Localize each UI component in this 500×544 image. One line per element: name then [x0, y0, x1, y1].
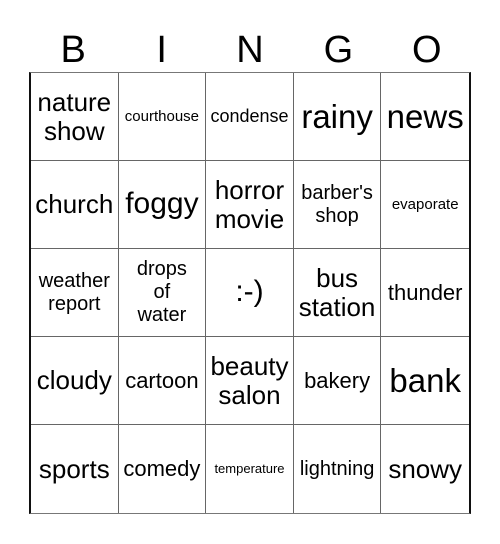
cell-label: weather report: [38, 269, 110, 315]
cell-label: temperature: [214, 460, 285, 476]
bingo-cell[interactable]: temperature: [206, 425, 294, 513]
bingo-cell[interactable]: courthouse: [118, 73, 207, 161]
free-space-label: :-): [235, 275, 264, 309]
cell-label: courthouse: [124, 107, 199, 125]
bingo-cell[interactable]: snowy: [381, 425, 469, 513]
cell-label: bus station: [298, 262, 376, 322]
bingo-cell[interactable]: cloudy: [31, 337, 119, 425]
cell-label: beauty salon: [210, 350, 289, 410]
cell-label: horror movie: [214, 174, 285, 234]
bingo-cell[interactable]: bank: [381, 337, 469, 425]
bingo-cell[interactable]: condense: [206, 73, 294, 161]
bingo-cell[interactable]: nature show: [31, 73, 119, 161]
bingo-cell[interactable]: news: [381, 73, 469, 161]
cell-label: rainy: [301, 97, 373, 135]
cell-label: church: [35, 189, 114, 220]
cell-label: thunder: [387, 279, 463, 305]
cell-label: foggy: [125, 187, 199, 221]
bingo-cell[interactable]: rainy: [293, 73, 382, 161]
bingo-cell[interactable]: lightning: [294, 425, 382, 513]
bingo-cell[interactable]: sports: [31, 425, 119, 513]
cell-label: comedy: [123, 456, 201, 482]
bingo-cell[interactable]: beauty salon: [206, 337, 294, 425]
cell-label: barber's shop: [301, 181, 373, 227]
cell-label: nature show: [37, 86, 112, 146]
cell-label: snowy: [388, 453, 463, 484]
header-letter-b: B: [60, 29, 86, 71]
cell-label: drops of water: [136, 258, 187, 326]
header-letter-i: I: [156, 29, 167, 71]
bingo-cell[interactable]: bakery: [293, 337, 382, 425]
bingo-cell[interactable]: cartoon: [118, 337, 207, 425]
cell-label: cartoon: [125, 367, 199, 393]
bingo-header: B I N G O: [29, 28, 471, 72]
cell-label: cloudy: [36, 365, 112, 396]
bingo-cell[interactable]: church: [31, 161, 119, 249]
cell-label: bakery: [304, 367, 371, 393]
header-letter-g: G: [323, 29, 354, 71]
header-letter-n: N: [236, 29, 264, 71]
bingo-cell[interactable]: comedy: [119, 425, 207, 513]
bingo-cell[interactable]: foggy: [118, 161, 207, 249]
bingo-cell[interactable]: barber's shop: [293, 161, 382, 249]
cell-label: lightning: [299, 457, 375, 480]
bingo-cell[interactable]: weather report: [31, 249, 119, 337]
bingo-cell[interactable]: evaporate: [381, 161, 469, 249]
cell-label: sports: [38, 453, 110, 484]
cell-label: evaporate: [391, 195, 459, 213]
bingo-cell[interactable]: horror movie: [206, 161, 294, 249]
header-letter-o: O: [412, 29, 442, 71]
cell-label: condense: [210, 106, 289, 127]
bingo-cell[interactable]: thunder: [381, 249, 469, 337]
bingo-cell free-space[interactable]: :-): [206, 249, 294, 337]
bingo-board: nature show courthouse condense rainy ne…: [29, 72, 471, 514]
cell-label: news: [386, 97, 464, 135]
cell-label: bank: [389, 361, 461, 399]
bingo-cell[interactable]: bus station: [293, 249, 382, 337]
bingo-cell[interactable]: drops of water: [118, 249, 207, 337]
